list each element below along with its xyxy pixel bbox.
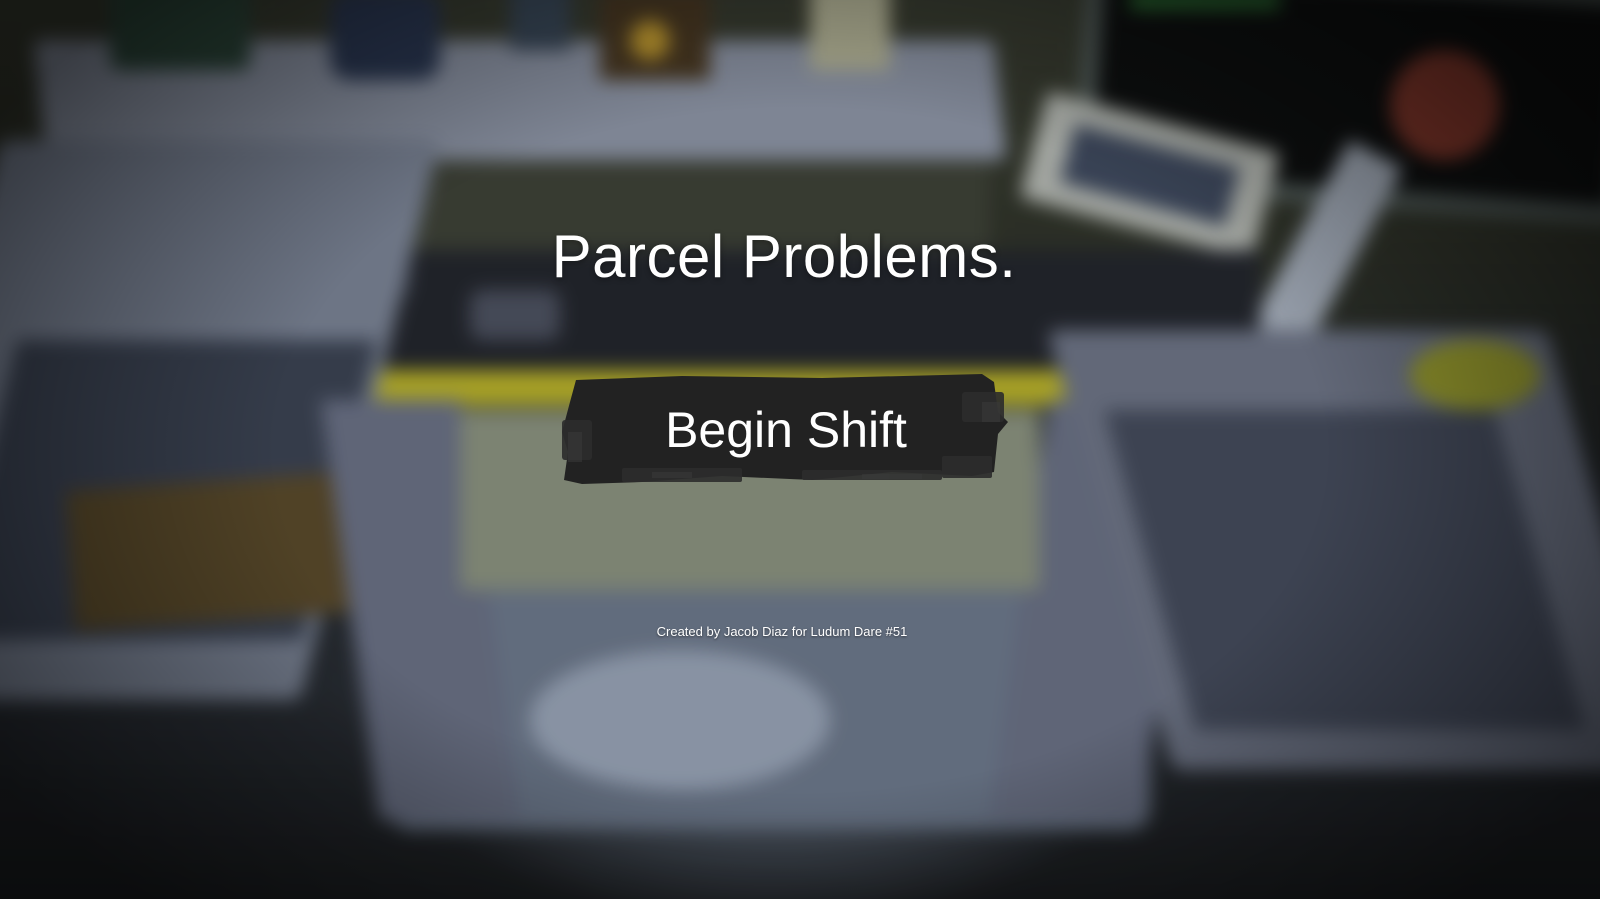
begin-shift-button-container[interactable]: Begin Shift (562, 372, 1010, 488)
credits-text: Created by Jacob Diaz for Ludum Dare #51 (656, 624, 908, 639)
title-screen: Parcel Problems. Begin Shift Created by … (0, 0, 1600, 899)
begin-shift-button[interactable]: Begin Shift (562, 372, 1010, 488)
game-title: Parcel Problems. (551, 223, 1017, 290)
